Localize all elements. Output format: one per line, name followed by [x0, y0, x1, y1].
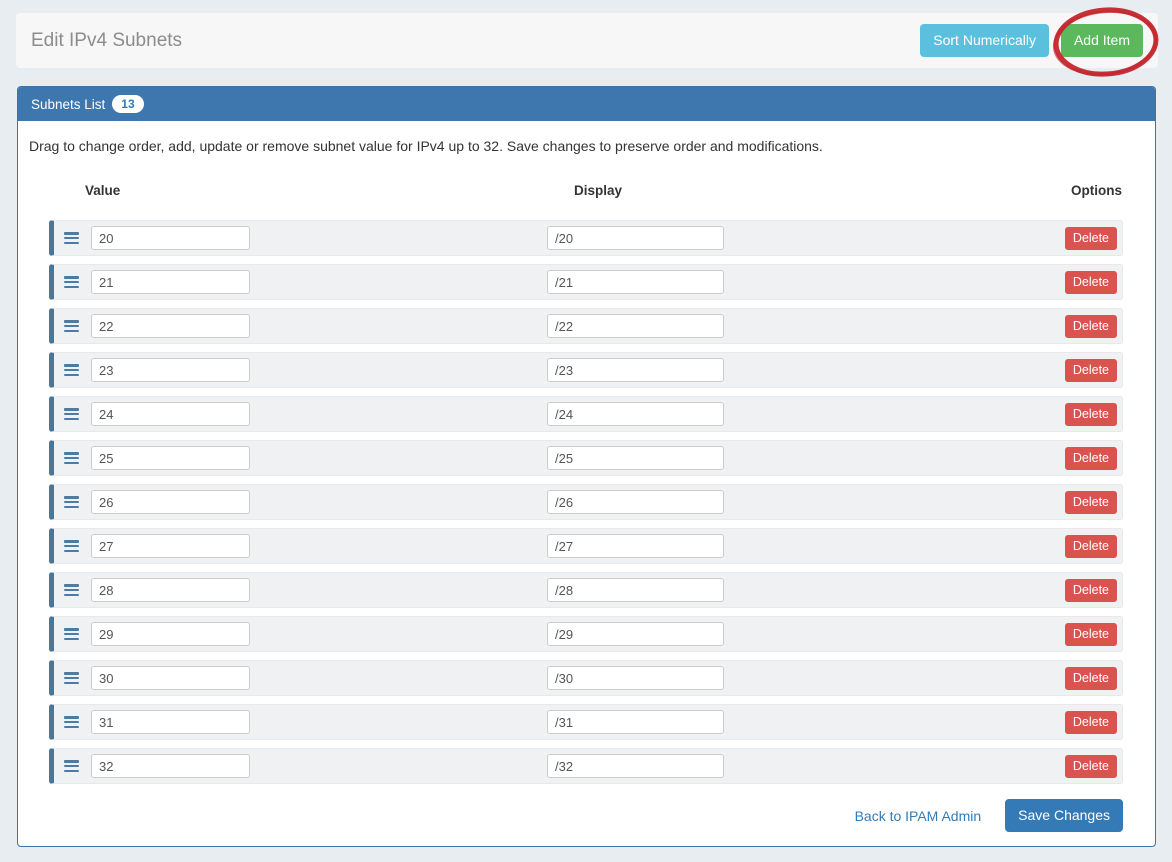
subnet-row: Delete — [49, 352, 1123, 388]
subnet-value-input[interactable] — [91, 578, 250, 602]
delete-button[interactable]: Delete — [1065, 623, 1117, 646]
column-header-display: Display — [574, 183, 622, 198]
sort-numerically-button[interactable]: Sort Numerically — [920, 24, 1049, 57]
subnet-row: Delete — [49, 616, 1123, 652]
column-header-value: Value — [85, 183, 120, 198]
subnet-row: Delete — [49, 396, 1123, 432]
delete-button[interactable]: Delete — [1065, 579, 1117, 602]
subnet-count-badge: 13 — [112, 95, 143, 113]
drag-handle-icon[interactable] — [64, 408, 79, 420]
panel-title: Subnets List — [31, 97, 105, 112]
subnet-value-input[interactable] — [91, 534, 250, 558]
drag-handle-icon[interactable] — [64, 276, 79, 288]
add-item-button[interactable]: Add Item — [1061, 24, 1143, 57]
subnet-display-input[interactable] — [547, 490, 724, 514]
subnet-row: Delete — [49, 308, 1123, 344]
header-buttons: Sort Numerically Add Item — [920, 24, 1143, 57]
drag-handle-icon[interactable] — [64, 760, 79, 772]
subnet-value-input[interactable] — [91, 490, 250, 514]
subnet-display-input[interactable] — [547, 226, 724, 250]
subnet-display-input[interactable] — [547, 710, 724, 734]
subnet-display-input[interactable] — [547, 270, 724, 294]
back-to-ipam-admin-link[interactable]: Back to IPAM Admin — [855, 808, 982, 824]
delete-button[interactable]: Delete — [1065, 447, 1117, 470]
subnet-value-input[interactable] — [91, 710, 250, 734]
drag-handle-icon[interactable] — [64, 672, 79, 684]
drag-handle-icon[interactable] — [64, 364, 79, 376]
drag-handle-icon[interactable] — [64, 584, 79, 596]
save-changes-button[interactable]: Save Changes — [1005, 799, 1123, 832]
delete-button[interactable]: Delete — [1065, 711, 1117, 734]
delete-button[interactable]: Delete — [1065, 667, 1117, 690]
drag-handle-icon[interactable] — [64, 452, 79, 464]
drag-handle-icon[interactable] — [64, 232, 79, 244]
subnet-display-input[interactable] — [547, 534, 724, 558]
subnet-row: Delete — [49, 440, 1123, 476]
subnet-value-input[interactable] — [91, 754, 250, 778]
delete-button[interactable]: Delete — [1065, 359, 1117, 382]
subnet-row: Delete — [49, 748, 1123, 784]
subnet-value-input[interactable] — [91, 314, 250, 338]
subnet-value-input[interactable] — [91, 358, 250, 382]
drag-handle-icon[interactable] — [64, 540, 79, 552]
subnet-value-input[interactable] — [91, 666, 250, 690]
drag-handle-icon[interactable] — [64, 320, 79, 332]
delete-button[interactable]: Delete — [1065, 535, 1117, 558]
delete-button[interactable]: Delete — [1065, 403, 1117, 426]
column-headers: Value Display Options — [18, 183, 1155, 199]
subnets-panel: Subnets List 13 Drag to change order, ad… — [17, 86, 1156, 847]
subnet-value-input[interactable] — [91, 226, 250, 250]
page-title: Edit IPv4 Subnets — [31, 30, 182, 52]
delete-button[interactable]: Delete — [1065, 315, 1117, 338]
subnet-row: Delete — [49, 220, 1123, 256]
drag-handle-icon[interactable] — [64, 716, 79, 728]
subnet-display-input[interactable] — [547, 754, 724, 778]
panel-description: Drag to change order, add, update or rem… — [29, 138, 823, 154]
subnet-rows: Delete Delete Delete Delete Delete Delet… — [49, 220, 1123, 792]
subnet-display-input[interactable] — [547, 666, 724, 690]
subnet-display-input[interactable] — [547, 578, 724, 602]
subnet-display-input[interactable] — [547, 402, 724, 426]
subnet-display-input[interactable] — [547, 358, 724, 382]
subnet-row: Delete — [49, 660, 1123, 696]
drag-handle-icon[interactable] — [64, 628, 79, 640]
panel-footer-actions: Back to IPAM Admin Save Changes — [855, 799, 1123, 832]
subnet-value-input[interactable] — [91, 622, 250, 646]
subnet-display-input[interactable] — [547, 622, 724, 646]
page-header-bar: Edit IPv4 Subnets Sort Numerically Add I… — [16, 13, 1158, 68]
subnet-row: Delete — [49, 528, 1123, 564]
subnet-value-input[interactable] — [91, 270, 250, 294]
subnets-panel-heading: Subnets List 13 — [18, 87, 1155, 121]
subnet-row: Delete — [49, 484, 1123, 520]
delete-button[interactable]: Delete — [1065, 755, 1117, 778]
delete-button[interactable]: Delete — [1065, 271, 1117, 294]
drag-handle-icon[interactable] — [64, 496, 79, 508]
subnets-panel-body: Drag to change order, add, update or rem… — [18, 121, 1155, 846]
subnet-value-input[interactable] — [91, 402, 250, 426]
subnet-display-input[interactable] — [547, 446, 724, 470]
column-header-options: Options — [1071, 183, 1122, 198]
subnet-row: Delete — [49, 572, 1123, 608]
subnet-row: Delete — [49, 704, 1123, 740]
delete-button[interactable]: Delete — [1065, 227, 1117, 250]
subnet-row: Delete — [49, 264, 1123, 300]
subnet-display-input[interactable] — [547, 314, 724, 338]
subnet-value-input[interactable] — [91, 446, 250, 470]
delete-button[interactable]: Delete — [1065, 491, 1117, 514]
